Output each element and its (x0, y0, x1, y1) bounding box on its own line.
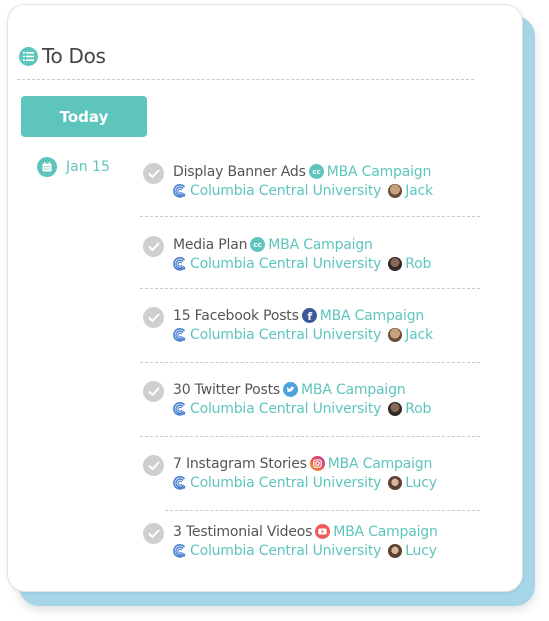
avatar (388, 327, 403, 342)
today-button[interactable]: Today (21, 96, 147, 137)
date-group: Jan 15 (37, 157, 110, 177)
header-divider (17, 79, 474, 80)
assignee-link[interactable]: Jack (405, 183, 433, 199)
svg-text:f: f (307, 310, 312, 323)
cc-icon: cc (250, 237, 266, 252)
youtube-icon (315, 524, 331, 539)
campaign-link[interactable]: MBA Campaign (333, 524, 438, 540)
task-divider (165, 510, 480, 511)
task-divider (140, 216, 480, 217)
university-logo-icon (173, 475, 187, 490)
university-logo-icon (173, 256, 187, 271)
assignee-link[interactable]: Lucy (405, 543, 437, 559)
campaign-link[interactable]: MBA Campaign (320, 308, 425, 324)
complete-check-icon[interactable] (143, 523, 164, 544)
campaign-link[interactable]: MBA Campaign (301, 382, 406, 398)
calendar-icon (37, 157, 57, 177)
instagram-icon (309, 456, 325, 471)
client-link[interactable]: Columbia Central University (190, 256, 381, 272)
avatar (388, 256, 403, 271)
campaign-link[interactable]: MBA Campaign (328, 456, 433, 472)
complete-check-icon[interactable] (143, 307, 164, 328)
task-name[interactable]: 3 Testimonial Videos (173, 524, 312, 540)
date-label: Jan 15 (66, 159, 110, 175)
facebook-icon: f (301, 308, 317, 323)
client-link[interactable]: Columbia Central University (190, 475, 381, 491)
task-item[interactable]: Media Plan cc MBA Campaign Columbia Central… (143, 235, 431, 273)
task-item[interactable]: 30 Twitter Posts MBA Campaign Columbia Cen… (143, 380, 431, 418)
complete-check-icon[interactable] (143, 236, 164, 257)
task-divider (140, 362, 480, 363)
assignee-link[interactable]: Jack (405, 327, 433, 343)
assignee-link[interactable]: Lucy (405, 475, 437, 491)
task-item[interactable]: 3 Testimonial Videos MBA Campaign Columbia… (143, 522, 438, 560)
campaign-link[interactable]: MBA Campaign (268, 237, 373, 253)
university-logo-icon (173, 401, 187, 416)
university-logo-icon (173, 327, 187, 342)
task-name[interactable]: Media Plan (173, 237, 247, 253)
task-name[interactable]: 15 Facebook Posts (173, 308, 299, 324)
client-link[interactable]: Columbia Central University (190, 327, 381, 343)
avatar (388, 475, 403, 490)
task-name[interactable]: Display Banner Ads (173, 164, 306, 180)
client-link[interactable]: Columbia Central University (190, 543, 381, 559)
svg-text:cc: cc (254, 241, 262, 249)
client-link[interactable]: Columbia Central University (190, 401, 381, 417)
complete-check-icon[interactable] (143, 381, 164, 402)
assignee-link[interactable]: Rob (405, 401, 431, 417)
page-title: To Dos (42, 44, 106, 68)
cc-icon: cc (308, 164, 324, 179)
assignee-link[interactable]: Rob (405, 256, 431, 272)
campaign-link[interactable]: MBA Campaign (327, 164, 432, 180)
task-name[interactable]: 30 Twitter Posts (173, 382, 280, 398)
avatar (388, 183, 403, 198)
avatar (388, 543, 403, 558)
avatar (388, 401, 403, 416)
twitter-icon (283, 382, 299, 397)
todo-card (7, 4, 523, 592)
university-logo-icon (173, 183, 187, 198)
svg-text:cc: cc (312, 168, 320, 176)
card-header: To Dos (19, 44, 106, 68)
task-item[interactable]: Display Banner Ads cc MBA Campaign Columbia… (143, 162, 433, 200)
task-item[interactable]: 15 Facebook Posts f MBA Campaign Columbia C… (143, 306, 433, 344)
task-divider (140, 288, 480, 289)
complete-check-icon[interactable] (143, 163, 164, 184)
university-logo-icon (173, 543, 187, 558)
task-item[interactable]: 7 Instagram Stories MBA Campaign Columbia … (143, 454, 437, 492)
task-divider (140, 436, 480, 437)
client-link[interactable]: Columbia Central University (190, 183, 381, 199)
task-name[interactable]: 7 Instagram Stories (173, 456, 307, 472)
complete-check-icon[interactable] (143, 455, 164, 476)
list-icon (19, 46, 38, 66)
